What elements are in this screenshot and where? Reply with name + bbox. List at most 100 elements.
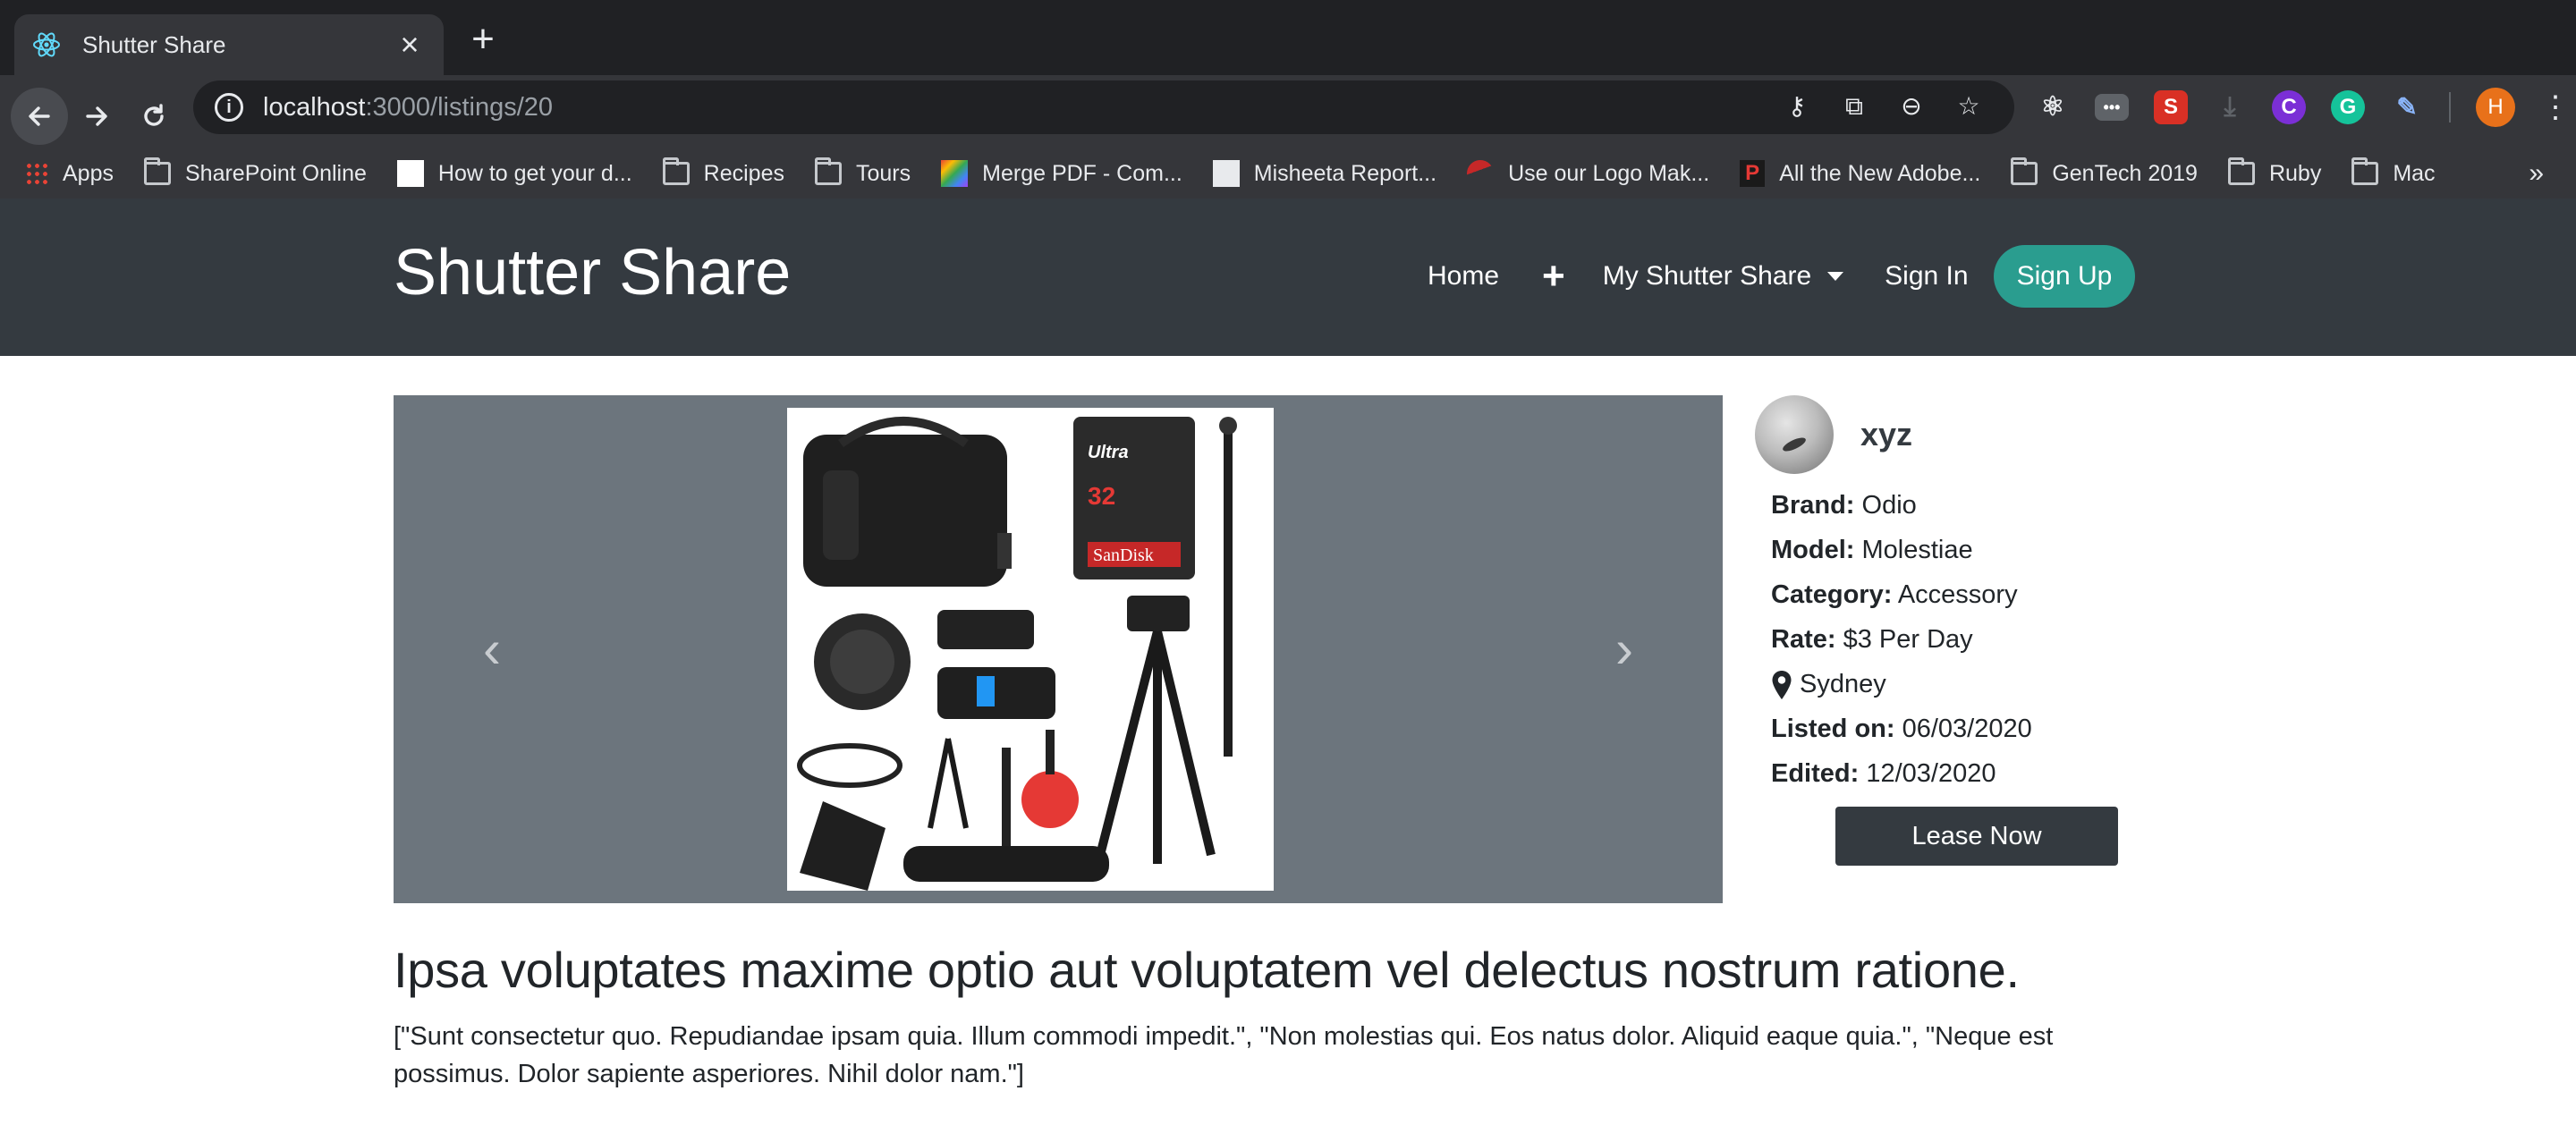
bookmark-mac[interactable]: Mac <box>2351 157 2436 187</box>
logo-maker-favicon-icon <box>1467 160 1495 187</box>
detail-category: Category: Accessory <box>1771 572 2148 617</box>
rate-label: Rate: <box>1771 625 1836 654</box>
folder-icon <box>143 157 171 185</box>
details-list: Brand: Odio Model: Molestiae Category: A… <box>1771 483 2148 796</box>
zoom-icon[interactable]: ⊖ <box>1896 91 1927 122</box>
close-tab-icon[interactable]: × <box>394 29 426 61</box>
browser-menu-icon[interactable]: ⋮ <box>2540 89 2571 125</box>
lease-now-button[interactable]: Lease Now <box>1835 807 2118 866</box>
bookmark-sharepoint[interactable]: SharePoint Online <box>143 157 367 187</box>
grammarly-extension-icon[interactable]: G <box>2331 90 2365 124</box>
owner-name[interactable]: xyz <box>1860 416 1912 453</box>
model-value: Molestiae <box>1861 536 1973 564</box>
location-pin-icon <box>1772 671 1792 700</box>
bookmark-label: Use our Logo Mak... <box>1508 160 1710 186</box>
category-value: Accessory <box>1897 580 2018 609</box>
bookmark-logo-maker[interactable]: Use our Logo Mak... <box>1467 160 1709 187</box>
sign-in-link[interactable]: Sign In <box>1885 261 1968 292</box>
bookmark-ruby[interactable]: Ruby <box>2227 157 2322 187</box>
browser-toolbar: i localhost:3000/listings/20 ⚷ ⧉ ⊖ ☆ ⚛ •… <box>0 75 2576 215</box>
s-extension-icon[interactable]: S <box>2154 90 2188 124</box>
folder-icon <box>815 157 842 185</box>
browser-tab[interactable]: Shutter Share × <box>14 14 444 75</box>
folder-icon <box>2011 157 2038 185</box>
translate-icon[interactable]: ⧉ <box>1839 91 1869 122</box>
listed-label: Listed on: <box>1771 715 1895 743</box>
bookmark-label: Tours <box>856 160 911 186</box>
bookmarks-overflow-icon[interactable]: » <box>2529 158 2544 189</box>
page-favicon-icon <box>396 160 424 187</box>
back-arrow-icon[interactable] <box>11 88 68 145</box>
bookmark-label: Mac <box>2393 160 2436 186</box>
browser-tabstrip: Shutter Share × + <box>0 0 2576 75</box>
address-bar[interactable]: i localhost:3000/listings/20 ⚷ ⧉ ⊖ ☆ <box>193 80 2014 134</box>
bookmark-recipes[interactable]: Recipes <box>662 157 784 187</box>
location-value: Sydney <box>1800 670 1886 698</box>
bookmark-label: Recipes <box>703 160 784 186</box>
profile-avatar[interactable]: H <box>2476 88 2515 127</box>
folder-icon <box>2351 157 2379 185</box>
detail-edited: Edited: 12/03/2020 <box>1771 751 2148 796</box>
brand-label: Brand: <box>1771 491 1855 520</box>
detail-model: Model: Molestiae <box>1771 528 2148 572</box>
nav-links: Home + My Shutter Share Sign In Sign Up <box>1428 245 2136 308</box>
listing-carousel: Ultra 32 SanDisk ‹ › <box>394 395 1723 903</box>
bookmark-how-to[interactable]: How to get your d... <box>396 160 632 187</box>
eyedropper-extension-icon[interactable]: ✎ <box>2390 90 2424 124</box>
carousel-prev-icon[interactable]: ‹ <box>474 622 510 676</box>
my-shutter-share-dropdown[interactable]: My Shutter Share <box>1602 261 1844 292</box>
bookmark-label: How to get your d... <box>437 160 632 186</box>
caret-down-icon <box>1827 272 1844 281</box>
bookmark-apps[interactable]: Apps <box>25 161 114 187</box>
forward-arrow-icon[interactable] <box>68 88 125 145</box>
multicolor-favicon-icon <box>941 160 969 187</box>
add-listing-icon[interactable]: + <box>1542 257 1565 296</box>
tab-title: Shutter Share <box>82 30 226 58</box>
detail-rate: Rate: $3 Per Day <box>1771 617 2148 662</box>
bookmark-label: GenTech 2019 <box>2052 160 2198 186</box>
listing-description: ["Sunt consectetur quo. Repudiandae ipsa… <box>394 1022 2054 1088</box>
folder-icon <box>2227 157 2255 185</box>
adobe-favicon-icon: P <box>1740 160 1766 187</box>
bookmark-adobe[interactable]: P All the New Adobe... <box>1740 160 1980 187</box>
bookmark-tours[interactable]: Tours <box>815 157 911 187</box>
bookmark-label: Ruby <box>2268 160 2322 186</box>
nav-home-link[interactable]: Home <box>1428 261 1499 292</box>
bookmark-gentech[interactable]: GenTech 2019 <box>2011 157 2198 187</box>
new-tab-icon[interactable]: + <box>465 20 501 59</box>
c-extension-icon[interactable]: C <box>2272 90 2306 124</box>
category-label: Category: <box>1771 580 1893 609</box>
listing-title: Ipsa voluptates maxime optio aut volupta… <box>394 942 2020 998</box>
site-brand[interactable]: Shutter Share <box>394 236 791 309</box>
reload-icon[interactable] <box>125 88 182 145</box>
bookmark-misheeta[interactable]: Misheeta Report... <box>1212 160 1437 187</box>
key-icon[interactable]: ⚷ <box>1782 91 1812 122</box>
bookmark-label: SharePoint Online <box>184 160 367 186</box>
bookmark-label: Merge PDF - Com... <box>982 160 1182 186</box>
svg-text:Ultra: Ultra <box>1088 443 1129 462</box>
apps-grid-icon <box>25 162 48 185</box>
bookmark-star-icon[interactable]: ☆ <box>1953 91 1984 122</box>
svg-text:SanDisk: SanDisk <box>1093 546 1154 565</box>
svg-text:32: 32 <box>1088 482 1115 510</box>
edited-value: 12/03/2020 <box>1866 759 1996 788</box>
sign-up-button[interactable]: Sign Up <box>1993 245 2136 308</box>
react-devtools-extension-icon[interactable]: ⚛ <box>2036 90 2070 124</box>
bookmarks-bar: Apps SharePoint Online How to get your d… <box>0 147 2576 200</box>
edited-label: Edited: <box>1771 759 1860 788</box>
detail-location: Sydney <box>1771 662 2148 706</box>
owner-avatar[interactable] <box>1755 395 1834 474</box>
carousel-next-icon[interactable]: › <box>1606 622 1642 676</box>
bookmark-label: Apps <box>63 160 114 186</box>
url-host: localhost <box>263 92 366 122</box>
bookmark-merge-pdf[interactable]: Merge PDF - Com... <box>941 160 1182 187</box>
dropdown-label: My Shutter Share <box>1602 261 1812 291</box>
listing-photo: Ultra 32 SanDisk <box>787 408 1274 891</box>
bookmark-label: Misheeta Report... <box>1253 160 1437 186</box>
toolbar-separator <box>2449 92 2451 123</box>
site-info-icon[interactable]: i <box>215 93 243 122</box>
listed-value: 06/03/2020 <box>1902 715 2032 743</box>
password-extension-icon[interactable]: ••• <box>2095 94 2129 121</box>
download-extension-icon[interactable]: ⤓ <box>2213 90 2247 124</box>
react-favicon-icon <box>32 30 61 59</box>
